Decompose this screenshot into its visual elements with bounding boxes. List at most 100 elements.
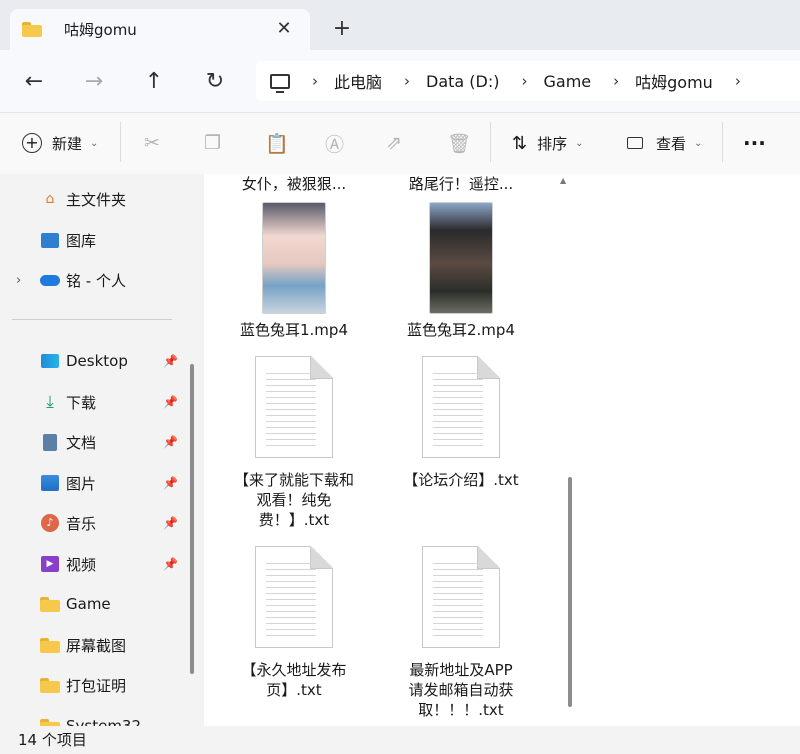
file-item[interactable]: 最新地址及APP请发邮箱自动获取！！！.txt [386,546,536,720]
navigation-bar: ← → ↑ ↻ › 此电脑 › Data (D:) › Game › 咕姆gom… [0,50,800,112]
cloud-icon [40,270,60,290]
desktop-icon [40,351,60,371]
rename-button[interactable]: Ⓐ [325,127,344,159]
sidebar-item-label: 下载 [66,393,97,412]
arrow-left-icon: ← [24,69,44,94]
file-item[interactable]: 路尾行！遥控... [386,174,536,194]
close-icon[interactable]: ✕ [272,17,296,41]
status-bar: 14 个项目 [0,726,800,754]
file-item[interactable]: 【永久地址发布页】.txt [219,546,369,700]
file-view-scrollbar[interactable] [568,477,572,707]
chevron-down-icon: ⌄ [575,137,584,149]
plus-icon: + [332,16,352,41]
pin-icon[interactable]: 📌 [163,395,178,409]
chevron-right-icon[interactable]: › [735,72,741,90]
download-icon: ⤓ [46,392,54,412]
paste-button[interactable]: 📋 [265,127,289,159]
new-tab-button[interactable]: + [330,17,354,41]
sidebar-item-label: 屏幕截图 [66,636,127,655]
file-name: 【永久地址发布页】.txt [241,661,347,699]
view-button[interactable]: 查看 ⌄ [627,127,702,159]
breadcrumb-gomu[interactable]: 咕姆gomu [635,69,713,93]
share-icon: ⇗ [386,132,402,154]
more-button[interactable]: ··· [743,127,766,159]
chevron-right-icon[interactable]: › [522,72,528,90]
folder-icon [40,594,60,614]
details-blank-area [580,174,800,726]
sidebar-item-label: Game [66,595,111,613]
new-button[interactable]: + 新建 ⌄ [22,127,98,159]
address-bar[interactable]: › 此电脑 › Data (D:) › Game › 咕姆gomu › [256,61,800,101]
sidebar-item-videos[interactable]: ▶ 视频 [40,551,96,577]
navigation-pane: ⌂ 主文件夹 图库 › 铭 - 个人 Desktop 📌 ⤓ 下载 📌 文档 📌… [0,174,182,726]
sidebar-item-system32[interactable]: System32 [40,713,141,726]
clipboard-icon: 📋 [265,132,289,155]
file-item[interactable]: 女仆，被狠狠... [219,174,369,194]
pin-icon[interactable]: 📌 [163,435,178,449]
breadcrumb-this-pc[interactable]: 此电脑 [334,69,382,93]
file-item[interactable]: 【来了就能下载和观看！纯免费！】.txt [219,356,369,530]
chevron-right-icon[interactable]: › [312,72,318,90]
refresh-icon: ↻ [205,69,225,94]
delete-button[interactable]: 🗑 [447,127,471,159]
toolbar-divider [490,122,491,162]
sidebar-item-documents[interactable]: 文档 [40,429,96,455]
scroll-up-icon[interactable]: ▲ [560,176,566,185]
toolbar-divider [722,122,723,162]
refresh-button[interactable]: ↻ [200,67,230,97]
chevron-right-icon[interactable]: › [16,273,21,288]
cut-button[interactable]: ✂ [144,127,160,159]
sidebar-item-desktop[interactable]: Desktop [40,348,128,374]
toolbar-divider [120,122,121,162]
sidebar-item-music[interactable]: ♪ 音乐 [40,510,96,536]
pin-icon[interactable]: 📌 [163,476,178,490]
rename-icon: Ⓐ [325,133,345,156]
sidebar-item-label: 图库 [66,231,97,250]
more-icon: ··· [743,131,766,155]
sidebar-item-game[interactable]: Game [40,591,111,617]
up-button[interactable]: ↑ [139,67,169,97]
file-name: 路尾行！遥控... [408,175,514,193]
file-name: 【来了就能下载和观看！纯免费！】.txt [233,471,354,529]
sidebar-item-onedrive[interactable]: 铭 - 个人 [40,267,126,293]
pin-icon[interactable]: 📌 [163,516,178,530]
breadcrumb-game[interactable]: Game [544,72,592,91]
music-icon: ♪ [40,513,60,533]
tab-current[interactable]: 咕姆gomu ✕ [10,9,310,50]
sidebar-item-packing-proof[interactable]: 打包证明 [40,672,126,698]
tab-title: 咕姆gomu [64,21,137,39]
sidebar-item-label: 视频 [66,555,97,574]
sort-label: 排序 [537,134,568,153]
computer-icon [270,73,290,93]
sidebar-item-gallery[interactable]: 图库 [40,227,96,253]
arrow-up-icon: ↑ [144,69,164,94]
sidebar-item-screenshots[interactable]: 屏幕截图 [40,632,126,658]
folder-icon [40,635,60,655]
sidebar-item-label: 打包证明 [66,676,127,695]
view-label: 查看 [656,134,687,153]
folder-icon [22,22,42,37]
chevron-down-icon: ⌄ [90,137,99,149]
chevron-right-icon[interactable]: › [613,72,619,90]
sidebar-item-pictures[interactable]: 图片 [40,470,96,496]
chevron-right-icon[interactable]: › [404,72,410,90]
back-button[interactable]: ← [19,67,49,97]
file-item[interactable]: 【论坛介绍】.txt [386,356,536,490]
file-item[interactable]: 蓝色兔耳1.mp4 [219,202,369,340]
breadcrumb-drive-d[interactable]: Data (D:) [426,72,499,91]
sort-button[interactable]: ⇅ 排序 ⌄ [512,127,584,159]
gallery-icon [40,230,60,250]
copy-button[interactable]: ❐ [204,127,221,159]
file-name: 最新地址及APP请发邮箱自动获取！！！.txt [408,661,514,719]
sidebar-item-label: Desktop [66,352,128,370]
home-icon: ⌂ [45,191,55,207]
sidebar-item-downloads[interactable]: ⤓ 下载 [40,389,96,415]
pin-icon[interactable]: 📌 [163,557,178,571]
pin-icon[interactable]: 📌 [163,354,178,368]
share-button[interactable]: ⇗ [386,127,402,159]
sidebar-scrollbar[interactable] [190,364,194,674]
file-item[interactable]: 蓝色兔耳2.mp4 [386,202,536,340]
forward-button[interactable]: → [79,67,109,97]
sidebar-item-home[interactable]: ⌂ 主文件夹 [40,186,126,212]
text-file-icon [422,546,500,648]
